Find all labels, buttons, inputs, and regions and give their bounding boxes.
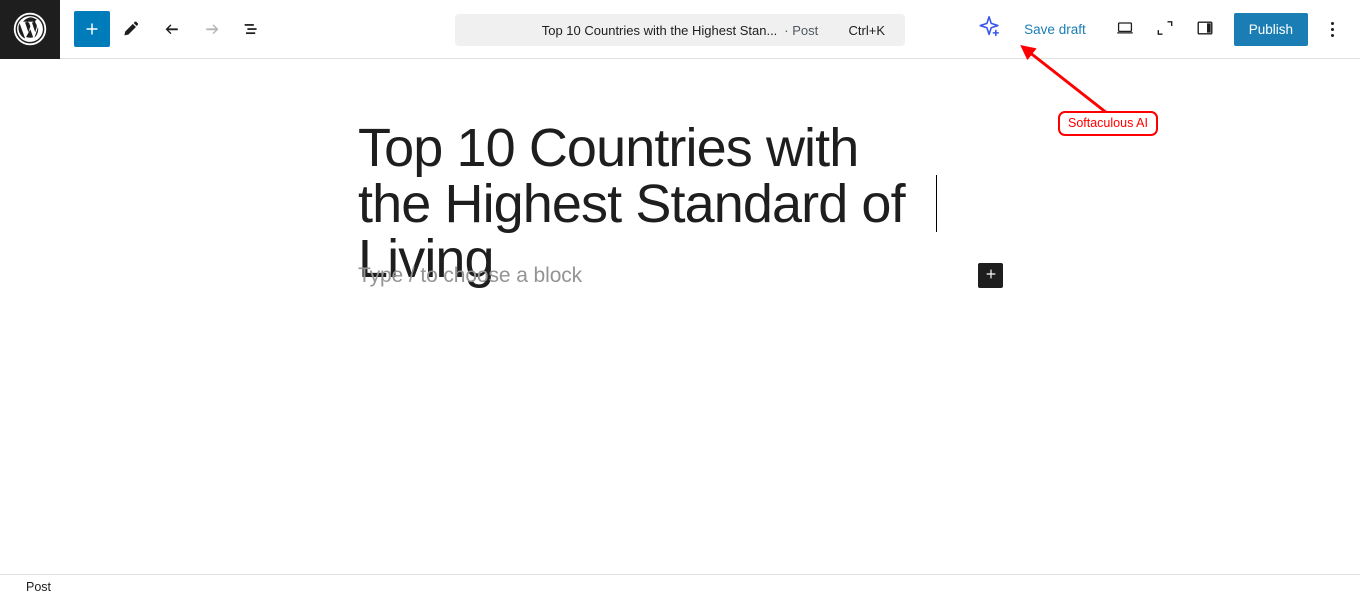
redo-arrow-icon [201, 18, 223, 40]
kebab-menu-icon [1330, 22, 1334, 25]
add-block-button[interactable] [74, 11, 110, 47]
text-cursor [936, 175, 937, 232]
redo-button[interactable] [194, 11, 230, 47]
breadcrumb[interactable]: Post [26, 580, 51, 594]
save-draft-button[interactable]: Save draft [1012, 14, 1098, 45]
wordpress-block-editor: Top 10 Countries with the Highest Stan..… [0, 0, 1360, 599]
wordpress-logo-icon [12, 11, 48, 47]
fullscreen-preview-button[interactable] [1146, 11, 1184, 49]
header-left-tool-group [74, 11, 270, 47]
settings-sidebar-toggle[interactable] [1186, 11, 1224, 49]
command-center-bar[interactable]: Top 10 Countries with the Highest Stan..… [455, 14, 905, 46]
document-overview-button[interactable] [234, 11, 270, 47]
kebab-menu-icon [1330, 34, 1334, 37]
sidebar-panel-icon [1194, 17, 1216, 42]
options-menu-button[interactable] [1314, 12, 1350, 48]
header-right-tool-group: Save draft Publish [970, 0, 1350, 59]
device-preview-button[interactable] [1106, 11, 1144, 49]
editor-footer-breadcrumb-bar: Post [0, 574, 1360, 599]
expand-corners-icon [1154, 17, 1176, 42]
undo-button[interactable] [154, 11, 190, 47]
kebab-menu-icon [1330, 28, 1334, 31]
plus-icon [983, 266, 999, 285]
undo-arrow-icon [161, 18, 183, 40]
pencil-icon [121, 18, 143, 40]
block-inserter-button[interactable] [978, 263, 1003, 288]
plus-icon [81, 18, 103, 40]
edit-tool-button[interactable] [114, 11, 150, 47]
editor-header-toolbar: Top 10 Countries with the Highest Stan..… [0, 0, 1360, 59]
post-title-input[interactable]: Top 10 Countries with the Highest Standa… [358, 120, 938, 288]
desktop-icon [1114, 17, 1136, 42]
softaculous-ai-button[interactable] [970, 10, 1010, 50]
command-bar-shortcut: Ctrl+K [848, 22, 885, 38]
wordpress-logo-button[interactable] [0, 0, 60, 59]
list-view-icon [241, 18, 263, 40]
ai-sparkle-icon [975, 13, 1005, 46]
empty-block-placeholder[interactable]: Type / to choose a block [358, 264, 582, 288]
command-bar-post-type: · Post [784, 22, 819, 38]
publish-button[interactable]: Publish [1233, 13, 1308, 46]
editor-canvas: Top 10 Countries with the Highest Standa… [0, 59, 1360, 574]
command-bar-title: Top 10 Countries with the Highest Stan..… [541, 22, 778, 38]
